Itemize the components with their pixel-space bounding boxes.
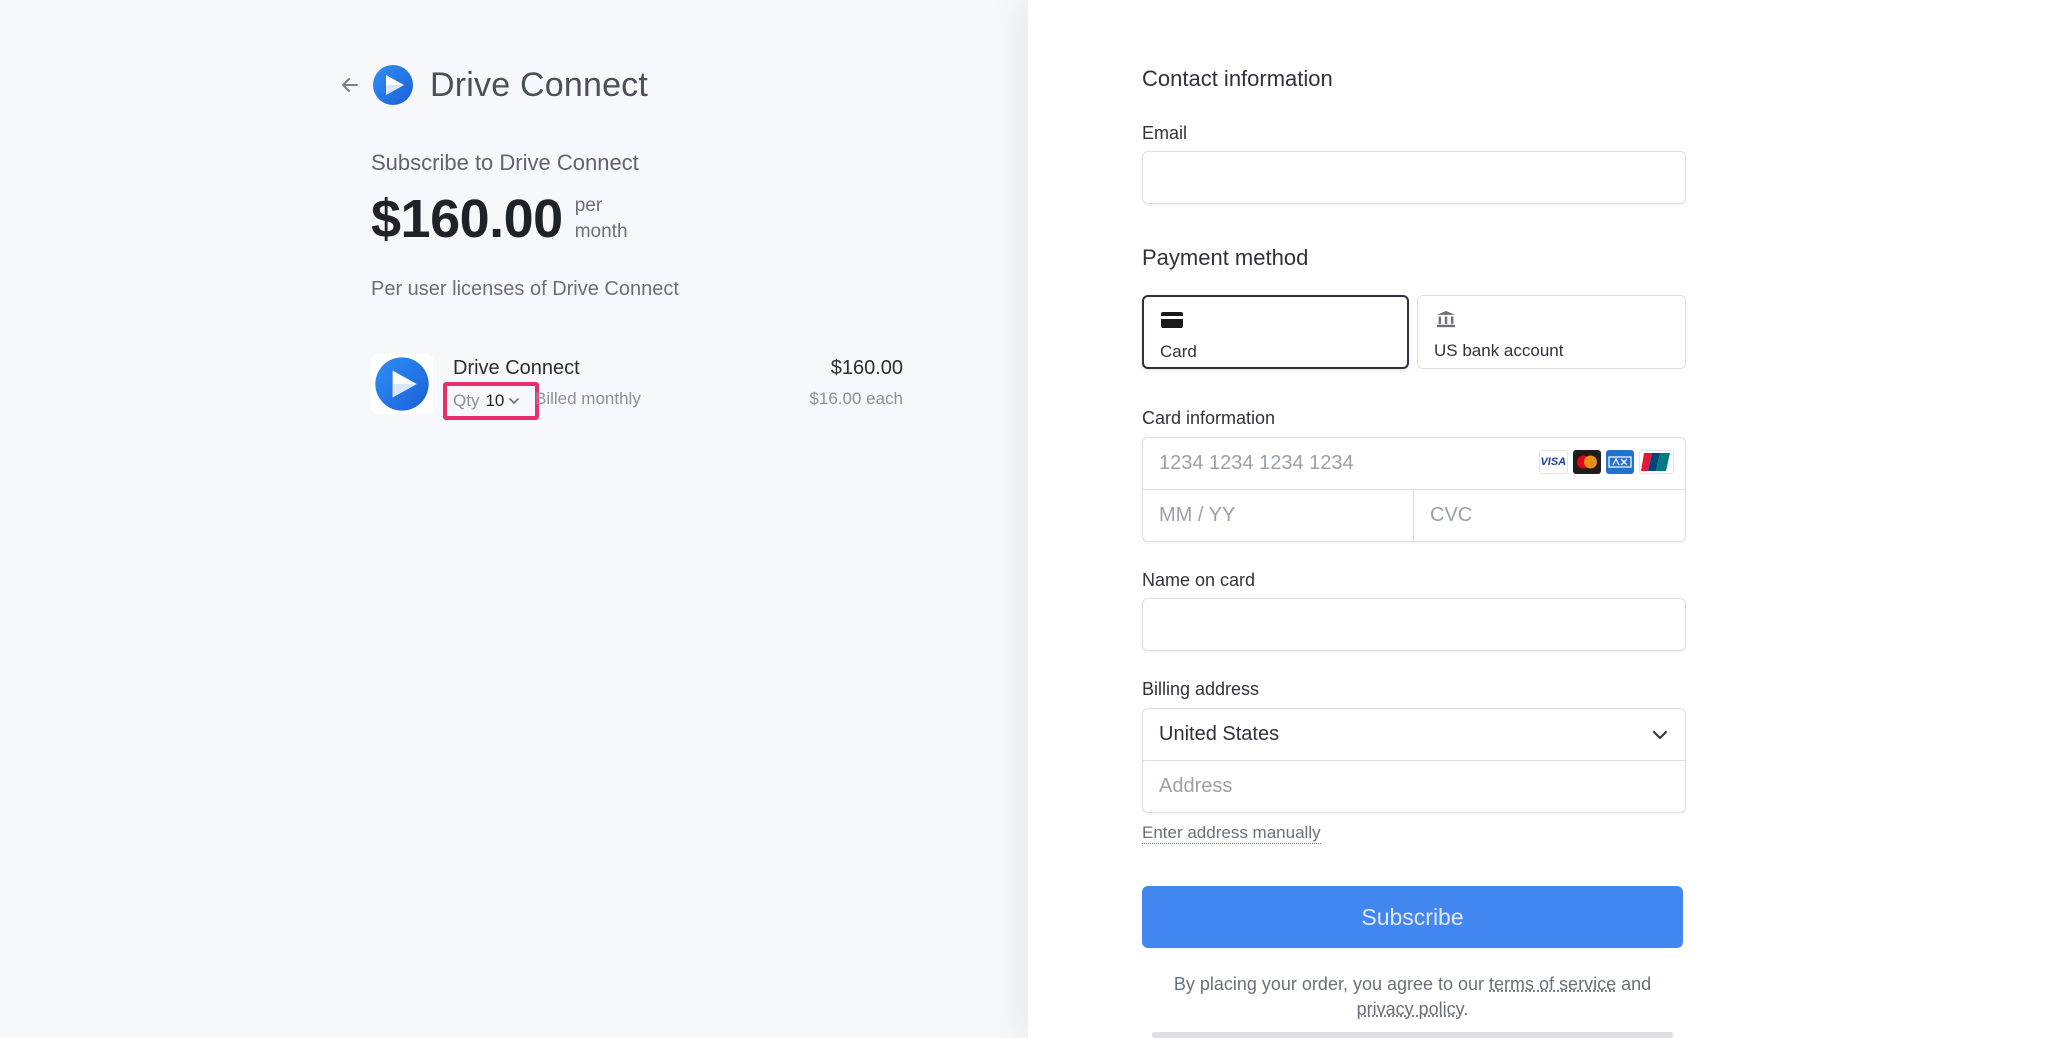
- payment-option-label: Card: [1160, 342, 1197, 361]
- chevron-down-icon: [509, 398, 520, 405]
- bank-icon: [1437, 310, 1455, 328]
- payment-option-card[interactable]: Card: [1142, 295, 1409, 369]
- legal-text: By placing your order, you agree to our …: [1173, 974, 1652, 1019]
- product-thumbnail: [371, 354, 433, 414]
- qty-value: 10: [485, 391, 505, 410]
- payment-option-label: US bank account: [1434, 341, 1564, 360]
- chevron-down-icon: [1653, 730, 1667, 739]
- line-item: Drive Connect $160.00 Qty 10 Billed mont…: [371, 354, 903, 420]
- card-info-label: Card information: [1142, 408, 1276, 428]
- name-on-card-label: Name on card: [1142, 570, 1256, 590]
- cut-off-text: [1142, 1030, 1683, 1038]
- payment-option-bank[interactable]: US bank account: [1417, 295, 1686, 369]
- quantity-selector[interactable]: Qty 10: [443, 382, 539, 420]
- line-item-total: $160.00: [830, 357, 903, 379]
- qty-label: Qty: [453, 391, 480, 410]
- payment-title: Payment method: [1142, 245, 1309, 270]
- cvc-input[interactable]: CVC: [1413, 489, 1686, 542]
- header: Drive Connect: [338, 60, 648, 110]
- price-amount: $160.00: [371, 189, 563, 249]
- enter-address-manually-link[interactable]: Enter address manually: [1142, 823, 1321, 844]
- drive-connect-logo: [373, 65, 413, 105]
- address-input[interactable]: Address: [1142, 760, 1686, 813]
- name-on-card-field[interactable]: [1142, 598, 1686, 651]
- mastercard-icon: [1572, 450, 1601, 474]
- order-summary-panel: Drive Connect Subscribe to Drive Connect…: [0, 0, 1028, 1038]
- subscribe-button[interactable]: Subscribe: [1142, 886, 1683, 948]
- checkout-panel: Contact information Email Payment method…: [1028, 0, 2048, 1038]
- unionpay-icon: [1639, 450, 1674, 474]
- line-item-name: Drive Connect: [453, 357, 580, 379]
- back-arrow-icon[interactable]: [338, 73, 362, 97]
- visa-icon: VISA: [1539, 450, 1568, 474]
- card-icon: [1161, 312, 1183, 328]
- country-value: United States: [1159, 723, 1280, 745]
- product-description: Per user licenses of Drive Connect: [371, 278, 679, 300]
- email-field[interactable]: [1142, 151, 1686, 204]
- brand-name: Drive Connect: [430, 65, 649, 104]
- country-select[interactable]: United States: [1142, 708, 1686, 761]
- email-label: Email: [1142, 123, 1188, 143]
- price-period: per month: [574, 195, 628, 242]
- amex-icon: [1605, 450, 1634, 474]
- contact-title: Contact information: [1142, 66, 1333, 91]
- billing-interval: Billed monthly: [535, 389, 641, 408]
- subscribe-heading: Subscribe to Drive Connect: [371, 150, 639, 175]
- terms-of-service-link[interactable]: terms of service: [1489, 974, 1616, 994]
- unit-price: $16.00 each: [809, 389, 903, 408]
- privacy-policy-link[interactable]: privacy policy: [1357, 999, 1464, 1019]
- expiry-input[interactable]: MM / YY: [1142, 489, 1414, 542]
- billing-address-label: Billing address: [1142, 679, 1260, 699]
- drive-connect-logo: [375, 357, 429, 411]
- price-row: $160.00 per month: [371, 188, 628, 250]
- card-brands: VISA: [1539, 450, 1674, 474]
